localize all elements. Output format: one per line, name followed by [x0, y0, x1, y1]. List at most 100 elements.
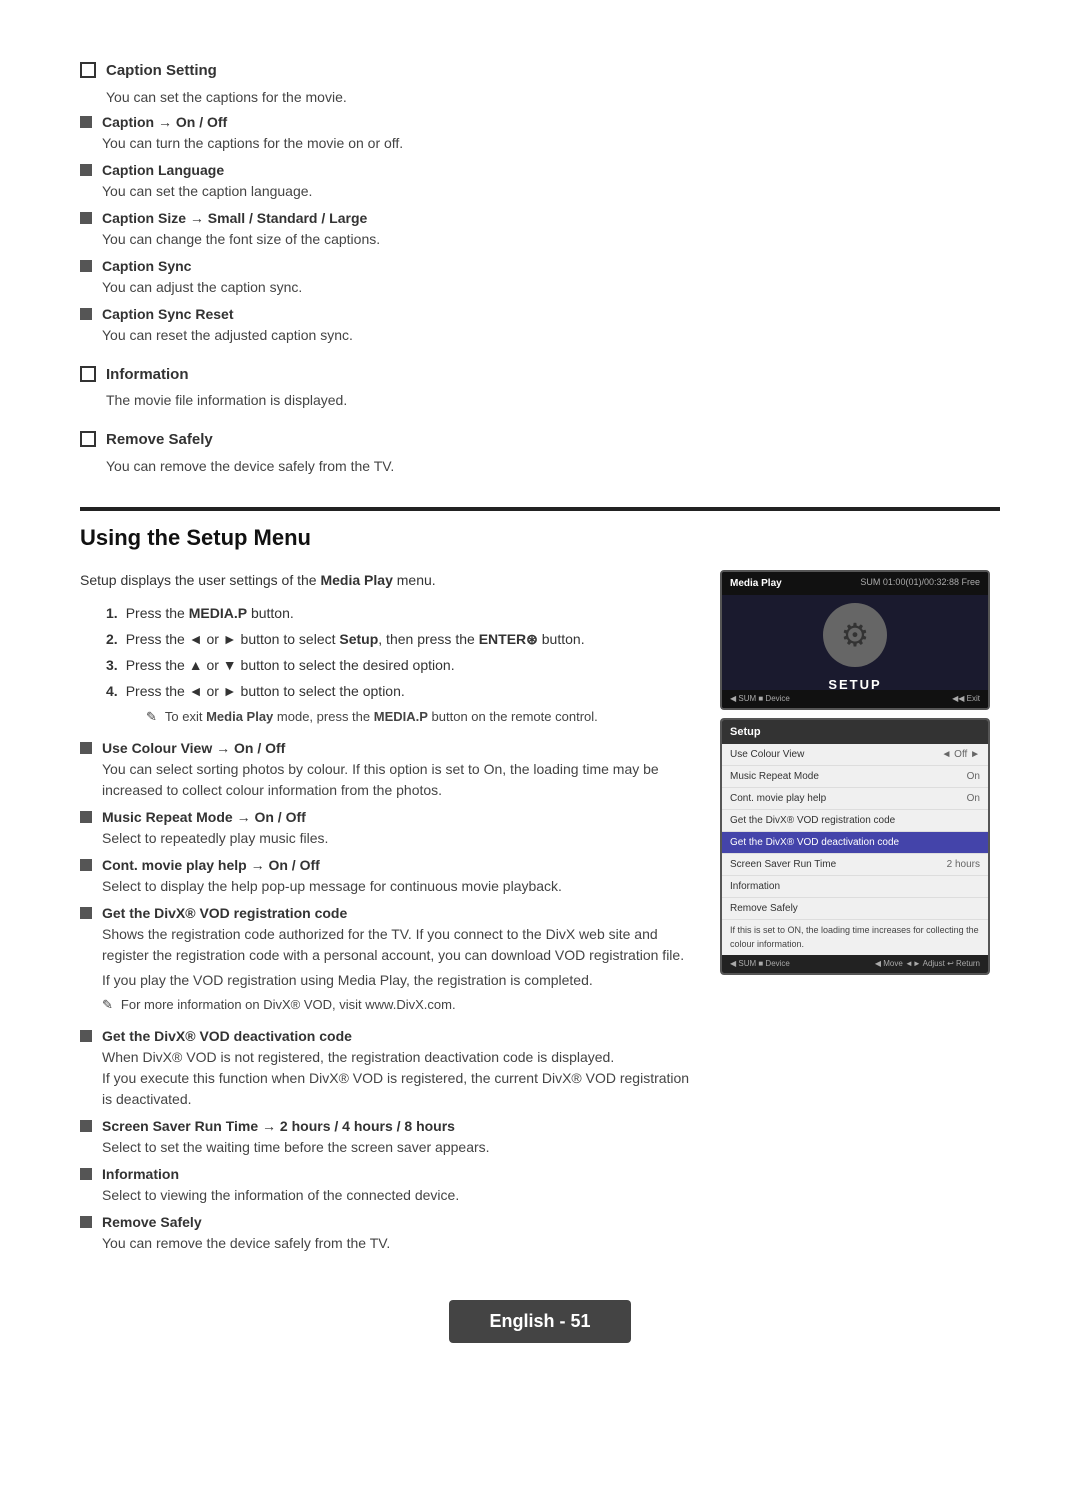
remove-safely-bottom-desc: You can remove the device safely from th…	[102, 1233, 690, 1254]
square-bullet-icon	[80, 1168, 92, 1180]
row-3-label: Get the DivX® VOD registration code	[730, 813, 895, 828]
row-5-val: 2 hours	[947, 857, 980, 872]
setup-intro-bold: Media Play	[320, 572, 392, 588]
step-1-text: Press the MEDIA.P button.	[126, 603, 294, 624]
information-bottom-desc: Select to viewing the information of the…	[102, 1185, 690, 1206]
square-bullet-icon	[80, 1216, 92, 1228]
information-bottom-title: Information	[102, 1164, 690, 1185]
setup-menu-row-1: Music Repeat Mode On	[722, 766, 988, 788]
footer-badge: English - 51	[449, 1300, 630, 1343]
information-bottom-item: Information Select to viewing the inform…	[80, 1164, 690, 1206]
caption-setting-desc: You can set the captions for the movie.	[106, 87, 1000, 108]
screen-saver-desc: Select to set the waiting time before th…	[102, 1137, 690, 1158]
setup-content-area: Setup displays the user settings of the …	[80, 570, 1000, 1260]
square-bullet-icon	[80, 164, 92, 176]
setup-intro: Setup displays the user settings of the …	[80, 570, 690, 591]
divx-registration-desc2: If you play the VOD registration using M…	[102, 970, 690, 991]
caption-size-desc: You can change the font size of the capt…	[102, 229, 1000, 250]
setup-menu-row-2: Cont. movie play help On	[722, 788, 988, 810]
setup-menu-row-5: Screen Saver Run Time 2 hours	[722, 854, 988, 876]
cont-movie-play-item: Cont. movie play help → On / Off Select …	[80, 855, 690, 897]
screen-saver-title: Screen Saver Run Time → 2 hours / 4 hour…	[102, 1116, 690, 1137]
tv-media-play-screen: Media Play SUM 01:00(01)/00:32:88 Free ⚙…	[720, 570, 990, 710]
use-colour-view-title: Use Colour View → On / Off	[102, 738, 690, 759]
note-text: To exit Media Play mode, press the MEDIA…	[165, 707, 598, 727]
setup-menu-row-7: Remove Safely	[722, 898, 988, 920]
setup-note-text: If this is set to ON, the loading time i…	[722, 920, 988, 955]
caption-language-item: Caption Language You can set the caption…	[80, 160, 1000, 202]
divx-registration-desc1: Shows the registration code authorized f…	[102, 924, 690, 966]
row-0-label: Use Colour View	[730, 747, 804, 762]
square-bullet-icon	[80, 1120, 92, 1132]
setup-menu-screen-title: Setup	[722, 720, 988, 745]
step-4-num: 4.	[106, 681, 118, 702]
row-2-label: Cont. movie play help	[730, 791, 826, 806]
cont-movie-play-title: Cont. movie play help → On / Off	[102, 855, 690, 876]
music-repeat-mode-title: Music Repeat Mode → On / Off	[102, 807, 690, 828]
note-icon: ✎	[146, 707, 157, 727]
square-bullet-icon	[80, 742, 92, 754]
caption-setting-section: Caption Setting You can set the captions…	[80, 60, 1000, 346]
setup-menu-title: Using the Setup Menu	[80, 521, 1000, 554]
setup-menu-row-0: Use Colour View ◄ Off ►	[722, 744, 988, 766]
square-bullet-icon	[80, 1030, 92, 1042]
step-4-text: Press the ◄ or ► button to select the op…	[126, 681, 405, 702]
step-3-num: 3.	[106, 655, 118, 676]
setup-intro-text: Setup displays the user settings of the	[80, 572, 317, 588]
caption-sync-reset-desc: You can reset the adjusted caption sync.	[102, 325, 1000, 346]
information-top-desc: The movie file information is displayed.	[106, 390, 1000, 411]
tv-info: SUM 01:00(01)/00:32:88 Free	[860, 576, 980, 590]
setup-steps-list: 1. Press the MEDIA.P button. 2. Press th…	[106, 603, 690, 727]
caption-on-off-title: Caption → On / Off	[102, 112, 1000, 133]
square-bullet-icon	[80, 859, 92, 871]
square-bullet-icon	[80, 308, 92, 320]
step-2-num: 2.	[106, 629, 118, 650]
square-bullet-icon	[80, 907, 92, 919]
row-5-label: Screen Saver Run Time	[730, 857, 836, 872]
setup-note: ✎ To exit Media Play mode, press the MED…	[146, 707, 690, 727]
divx-deactivation-item: Get the DivX® VOD deactivation code When…	[80, 1026, 690, 1110]
screen-saver-item: Screen Saver Run Time → 2 hours / 4 hour…	[80, 1116, 690, 1158]
divx-deactivation-desc2: If you execute this function when DivX® …	[102, 1068, 690, 1110]
cont-movie-play-desc: Select to display the help pop-up messag…	[102, 876, 690, 897]
caption-sync-reset-title: Caption Sync Reset	[102, 304, 1000, 325]
setup-menu-section: Using the Setup Menu Setup displays the …	[80, 507, 1000, 1260]
setup-menu-screen: Setup Use Colour View ◄ Off ► Music Repe…	[720, 718, 990, 976]
information-top-section: Information The movie file information i…	[80, 364, 1000, 412]
step-1-num: 1.	[106, 603, 118, 624]
caption-on-off-desc: You can turn the captions for the movie …	[102, 133, 1000, 154]
divx-registration-note: ✎ For more information on DivX® VOD, vis…	[102, 995, 690, 1015]
row-2-val: On	[967, 791, 980, 806]
setup-menu-bottom: ◀ SUM ■ Device ◀ Move ◄► Adjust ↩ Return	[722, 955, 988, 973]
setup-menu-row-6: Information	[722, 876, 988, 898]
caption-sync-reset-item: Caption Sync Reset You can reset the adj…	[80, 304, 1000, 346]
setup-menu-row-4: Get the DivX® VOD deactivation code	[722, 832, 988, 854]
square-bullet-icon	[80, 811, 92, 823]
tv-bottom-right: ◀◀ Exit	[952, 693, 980, 705]
caption-setting-title: Caption Setting	[106, 60, 217, 83]
caption-sync-item: Caption Sync You can adjust the caption …	[80, 256, 1000, 298]
caption-language-desc: You can set the caption language.	[102, 181, 1000, 202]
step-2-text: Press the ◄ or ► button to select Setup,…	[126, 629, 585, 650]
caption-size-title: Caption Size → Small / Standard / Large	[102, 208, 1000, 229]
setup-intro-end: menu.	[397, 572, 436, 588]
information-top-title: Information	[106, 364, 189, 387]
tv-bottom-left: ◀ SUM ■ Device	[730, 693, 790, 705]
caption-sync-desc: You can adjust the caption sync.	[102, 277, 1000, 298]
music-repeat-mode-desc: Select to repeatedly play music files.	[102, 828, 690, 849]
use-colour-view-desc: You can select sorting photos by colour.…	[102, 759, 690, 801]
row-0-val: ◄ Off ►	[941, 747, 980, 762]
tv-screenshots: Media Play SUM 01:00(01)/00:32:88 Free ⚙…	[720, 570, 1000, 1260]
square-bullet-icon	[80, 212, 92, 224]
row-4-label: Get the DivX® VOD deactivation code	[730, 835, 899, 850]
tv-bottom-bar: ◀ SUM ■ Device ◀◀ Exit	[722, 690, 988, 708]
caption-language-title: Caption Language	[102, 160, 1000, 181]
step-3: 3. Press the ▲ or ▼ button to select the…	[106, 655, 690, 676]
remove-safely-bottom-title: Remove Safely	[102, 1212, 690, 1233]
tv-title: Media Play	[730, 576, 782, 591]
step-3-text: Press the ▲ or ▼ button to select the de…	[126, 655, 455, 676]
checkbox-icon	[80, 431, 96, 447]
setup-text-area: Setup displays the user settings of the …	[80, 570, 690, 1260]
note-icon: ✎	[102, 995, 113, 1015]
caption-size-item: Caption Size → Small / Standard / Large …	[80, 208, 1000, 250]
